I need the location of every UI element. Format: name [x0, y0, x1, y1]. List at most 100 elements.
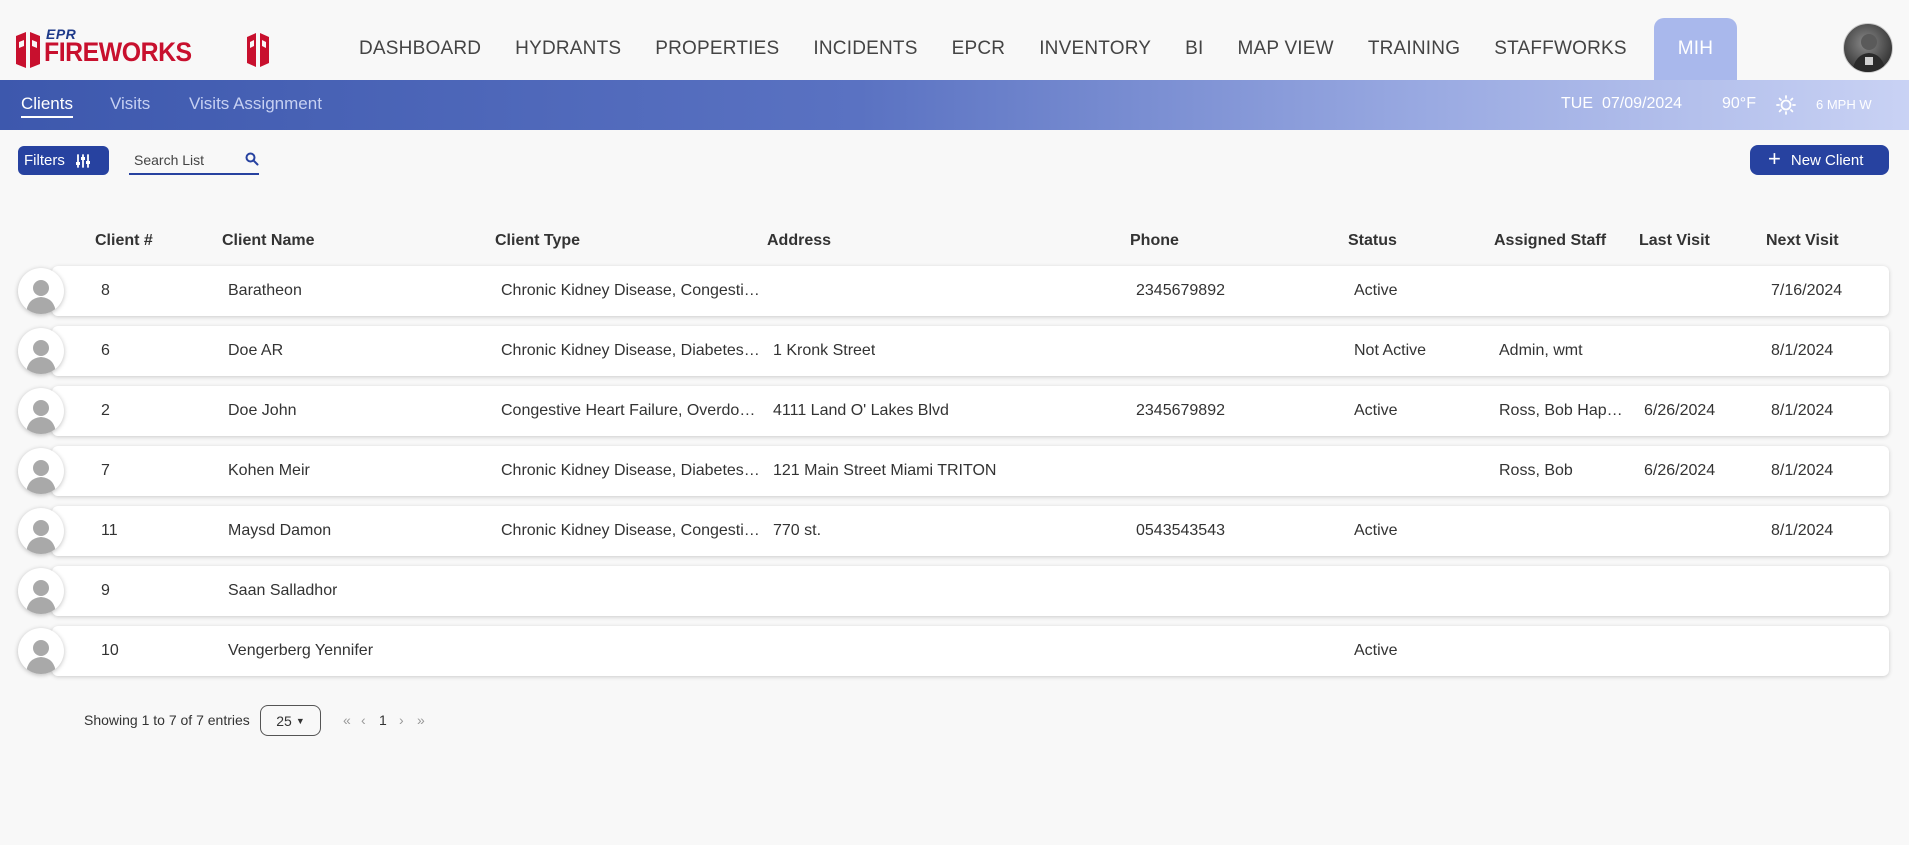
cell-address: 770 st.	[773, 522, 822, 539]
temperature: 90°F	[1722, 95, 1756, 112]
client-avatar-icon	[26, 520, 56, 554]
client-avatar-icon	[26, 280, 56, 314]
new-client-label: New Client	[1790, 151, 1864, 169]
tab-clients[interactable]: Clients	[21, 94, 73, 118]
cell-client-num: 10	[101, 642, 119, 659]
client-avatar[interactable]	[18, 568, 64, 614]
nav-epcr[interactable]: EPCR	[935, 18, 1023, 80]
column-header-phone[interactable]: Phone	[1130, 232, 1179, 250]
client-avatar[interactable]	[18, 628, 64, 674]
wind-speed: 6 MPH W	[1816, 97, 1872, 112]
table-row[interactable]: 8 Baratheon Chronic Kidney Disease, Conges…	[52, 266, 1889, 316]
column-header-next-visit[interactable]: Next Visit	[1766, 232, 1839, 250]
table-row[interactable]: 9 Saan Salladhor	[52, 566, 1889, 616]
client-avatar-icon	[26, 580, 56, 614]
cell-client-name: Baratheon	[228, 282, 302, 299]
nav-inventory[interactable]: INVENTORY	[1022, 18, 1168, 80]
filters-button[interactable]: Filters	[18, 146, 109, 175]
cell-client-num: 2	[101, 402, 110, 419]
cell-phone: 2345679892	[1136, 282, 1225, 299]
cell-status: Not Active	[1354, 342, 1427, 359]
cell-client-type: Chronic Kidney Disease, Diabetes…	[501, 342, 760, 359]
search-box	[129, 148, 259, 175]
table-row[interactable]: 11 Maysd Damon Chronic Kidney Disease, Con…	[52, 506, 1889, 556]
cell-client-name: Kohen Meir	[228, 462, 310, 479]
table-row[interactable]: 10 Vengerberg Yennifer Active	[52, 626, 1889, 676]
nav-incidents[interactable]: INCIDENTS	[796, 18, 934, 80]
client-avatar-icon	[26, 400, 56, 434]
current-date: 07/09/2024	[1602, 95, 1683, 112]
department-logo-icon	[247, 33, 269, 67]
nav-map-view[interactable]: MAP VIEW	[1221, 18, 1351, 80]
cell-client-num: 9	[101, 582, 110, 599]
caret-down-icon: ▼	[295, 715, 305, 726]
cell-client-name: Saan Salladhor	[228, 582, 338, 599]
filters-label: Filters	[24, 152, 65, 169]
nav-mih[interactable]: MIH	[1653, 18, 1738, 80]
column-header-status[interactable]: Status	[1348, 232, 1397, 250]
column-header-client-type[interactable]: Client Type	[495, 232, 580, 250]
column-header-client-num[interactable]: Client #	[95, 232, 153, 250]
table-row[interactable]: 7 Kohen Meir Chronic Kidney Disease, Diabe…	[52, 446, 1889, 496]
cell-client-name: Doe John	[228, 402, 297, 419]
column-header-address[interactable]: Address	[767, 232, 831, 250]
new-client-button[interactable]: + New Client	[1750, 145, 1889, 175]
nav-training[interactable]: TRAINING	[1351, 18, 1477, 80]
cell-status: Active	[1354, 402, 1398, 419]
cell-client-num: 7	[101, 462, 110, 479]
last-page-button[interactable]: »	[417, 712, 425, 728]
cell-assigned-staff: Ross, Bob	[1499, 462, 1573, 479]
column-header-client-name[interactable]: Client Name	[222, 232, 314, 250]
cell-assigned-staff: Admin, wmt	[1499, 342, 1583, 359]
cell-address: 4111 Land O' Lakes Blvd	[773, 402, 949, 419]
client-avatar-icon	[26, 640, 56, 674]
sliders-icon	[75, 153, 90, 168]
column-header-last-visit[interactable]: Last Visit	[1639, 232, 1710, 250]
cell-next-visit: 8/1/2024	[1771, 342, 1834, 359]
nav-staffworks[interactable]: STAFFWORKS	[1477, 18, 1644, 80]
cell-last-visit: 6/26/2024	[1644, 462, 1716, 479]
user-avatar[interactable]	[1843, 23, 1893, 73]
tab-visits-assignment[interactable]: Visits Assignment	[189, 94, 322, 114]
current-day: TUE	[1561, 95, 1593, 112]
nav-properties[interactable]: PROPERTIES	[638, 18, 796, 80]
tab-visits[interactable]: Visits	[110, 94, 150, 114]
client-avatar-icon	[26, 340, 56, 374]
user-photo-icon	[1852, 34, 1886, 72]
cell-address: 121 Main Street Miami TRITON	[773, 462, 997, 479]
client-avatar[interactable]	[18, 328, 64, 374]
page-size-select[interactable]: 25 ▼	[260, 705, 321, 736]
cell-client-type: Chronic Kidney Disease, Congesti…	[501, 282, 760, 299]
cell-client-num: 8	[101, 282, 110, 299]
page-1-button[interactable]: 1	[379, 712, 387, 728]
table-row[interactable]: 2 Doe John Congestive Heart Failure, Overd…	[52, 386, 1889, 436]
client-avatar[interactable]	[18, 388, 64, 434]
cell-next-visit: 7/16/2024	[1771, 282, 1843, 299]
client-avatar[interactable]	[18, 508, 64, 554]
sun-icon	[1776, 95, 1796, 115]
first-page-button[interactable]: «	[343, 712, 351, 728]
nav-bi[interactable]: BI	[1168, 18, 1220, 80]
client-avatar-icon	[26, 460, 56, 494]
prev-page-button[interactable]: ‹	[361, 712, 366, 728]
fireworks-logo-mark-icon	[16, 32, 40, 68]
client-avatar[interactable]	[18, 448, 64, 494]
cell-phone: 0543543543	[1136, 522, 1225, 539]
cell-client-type: Chronic Kidney Disease, Diabetes…	[501, 462, 760, 479]
cell-next-visit: 8/1/2024	[1771, 522, 1834, 539]
cell-last-visit: 6/26/2024	[1644, 402, 1716, 419]
nav-hydrants[interactable]: HYDRANTS	[498, 18, 638, 80]
table-row[interactable]: 6 Doe AR Chronic Kidney Disease, Diabetes……	[52, 326, 1889, 376]
client-avatar[interactable]	[18, 268, 64, 314]
search-icon[interactable]	[245, 152, 259, 166]
plus-icon: +	[1768, 146, 1781, 171]
search-input[interactable]	[129, 148, 239, 172]
next-page-button[interactable]: ›	[399, 712, 404, 728]
cell-client-name: Maysd Damon	[228, 522, 332, 539]
nav-dashboard[interactable]: DASHBOARD	[342, 18, 498, 80]
column-header-assigned-staff[interactable]: Assigned Staff	[1494, 232, 1606, 250]
sub-navbar: Clients Visits Visits Assignment TUE 07/…	[0, 80, 1909, 130]
top-navbar: EPR FIREWORKS DASHBOARD HYDRANTS PROPERT…	[0, 0, 1909, 80]
cell-client-name: Doe AR	[228, 342, 284, 359]
cell-client-num: 11	[101, 522, 118, 539]
